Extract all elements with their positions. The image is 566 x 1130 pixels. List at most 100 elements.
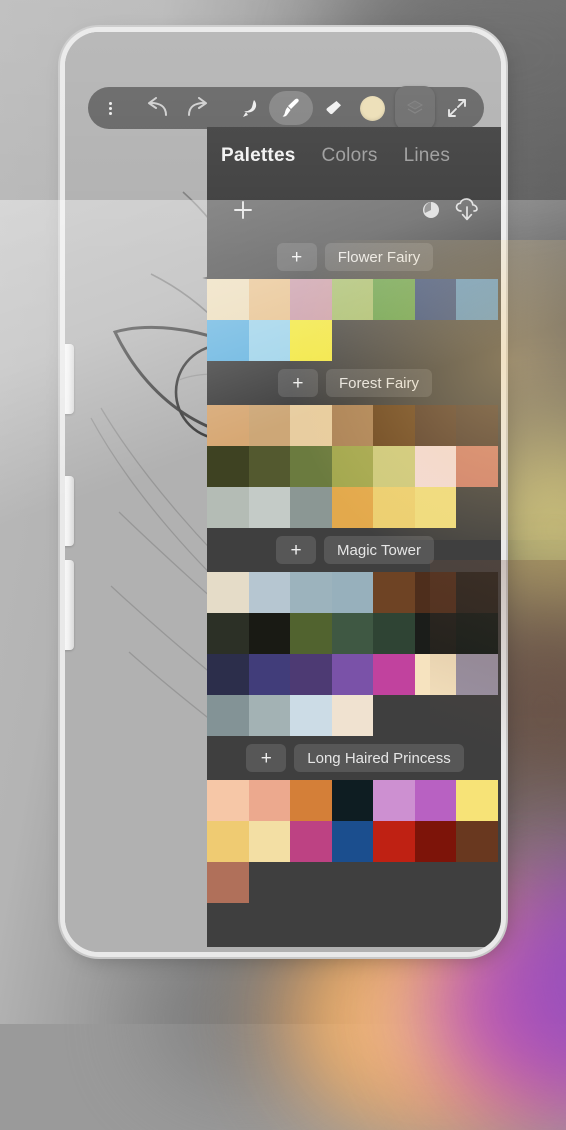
color-swatch[interactable]	[207, 821, 249, 862]
color-swatch[interactable]	[248, 654, 290, 695]
color-swatch[interactable]	[248, 821, 290, 862]
color-swatch[interactable]	[207, 446, 249, 487]
color-swatch[interactable]	[456, 821, 498, 862]
palette-add-button[interactable]: +	[276, 536, 317, 564]
color-swatch[interactable]	[207, 862, 249, 903]
tab-colors[interactable]: Colors	[321, 145, 377, 167]
color-swatch[interactable]	[207, 405, 249, 446]
top-toolbar	[88, 86, 484, 130]
color-swatch[interactable]	[373, 446, 415, 487]
palette-name-button[interactable]: Flower Fairy	[324, 243, 434, 271]
color-swatch[interactable]	[414, 446, 456, 487]
redo-button[interactable]	[178, 91, 217, 125]
color-swatch[interactable]	[331, 613, 373, 654]
color-swatch[interactable]	[456, 780, 498, 821]
color-swatch[interactable]	[207, 695, 249, 736]
color-swatch[interactable]	[331, 405, 373, 446]
color-swatch[interactable]	[290, 446, 332, 487]
color-swatch[interactable]	[373, 780, 415, 821]
color-swatch[interactable]	[290, 654, 332, 695]
color-swatch[interactable]	[207, 487, 249, 528]
layers-button[interactable]	[394, 86, 436, 130]
color-swatch[interactable]	[248, 320, 290, 361]
download-palettes-button[interactable]	[449, 192, 485, 228]
color-swatch[interactable]	[290, 487, 332, 528]
palette-name-button[interactable]: Magic Tower	[324, 536, 434, 564]
color-swatch[interactable]	[331, 446, 373, 487]
color-swatch[interactable]	[373, 487, 415, 528]
swatch-row	[207, 446, 501, 487]
color-swatch[interactable]	[290, 613, 332, 654]
undo-button[interactable]	[139, 91, 178, 125]
color-swatch[interactable]	[331, 654, 373, 695]
color-swatch[interactable]	[414, 654, 456, 695]
brush-tool-button[interactable]	[269, 91, 314, 125]
palette-name-button[interactable]: Forest Fairy	[325, 369, 432, 397]
color-swatch[interactable]	[331, 279, 373, 320]
color-swatch[interactable]	[207, 613, 249, 654]
color-swatch[interactable]	[290, 821, 332, 862]
color-swatch[interactable]	[207, 279, 249, 320]
color-swatch[interactable]	[414, 821, 456, 862]
eraser-tool-button[interactable]	[313, 91, 352, 125]
phone-side-button-2[interactable]	[65, 476, 74, 546]
color-swatch[interactable]	[414, 613, 456, 654]
phone-side-button-1[interactable]	[65, 344, 74, 414]
refresh-palettes-button[interactable]	[413, 192, 449, 228]
color-swatch[interactable]	[373, 613, 415, 654]
palette-add-button[interactable]: +	[246, 744, 287, 772]
color-swatch[interactable]	[373, 279, 415, 320]
phone-side-button-3[interactable]	[65, 560, 74, 650]
color-swatch[interactable]	[207, 654, 249, 695]
color-swatch[interactable]	[290, 405, 332, 446]
color-swatch[interactable]	[373, 821, 415, 862]
palette-name-button[interactable]: Long Haired Princess	[294, 744, 464, 772]
color-swatch[interactable]	[207, 780, 249, 821]
color-swatch[interactable]	[331, 780, 373, 821]
tab-lines[interactable]: Lines	[404, 145, 450, 167]
color-swatch[interactable]	[414, 487, 456, 528]
color-swatch[interactable]	[290, 279, 332, 320]
palette-add-button[interactable]: +	[276, 243, 317, 271]
menu-button[interactable]	[96, 91, 125, 125]
color-swatch[interactable]	[248, 780, 290, 821]
color-swatch[interactable]	[248, 279, 290, 320]
color-swatch[interactable]	[290, 780, 332, 821]
color-swatch[interactable]	[290, 572, 332, 613]
color-swatch[interactable]	[248, 572, 290, 613]
color-swatch[interactable]	[290, 695, 332, 736]
color-swatch[interactable]	[331, 695, 373, 736]
color-swatch[interactable]	[207, 320, 249, 361]
palette-add-button[interactable]: +	[277, 369, 318, 397]
color-swatch[interactable]	[373, 405, 415, 446]
color-swatch[interactable]	[373, 654, 415, 695]
color-swatch[interactable]	[331, 572, 373, 613]
color-swatch[interactable]	[456, 613, 498, 654]
color-picker-button[interactable]	[352, 91, 393, 125]
color-swatch[interactable]	[331, 821, 373, 862]
color-swatch[interactable]	[248, 487, 290, 528]
swatch-row	[207, 320, 501, 361]
color-swatch[interactable]	[456, 279, 498, 320]
color-swatch[interactable]	[248, 695, 290, 736]
color-swatch[interactable]	[414, 572, 456, 613]
color-swatch[interactable]	[331, 487, 373, 528]
add-palette-button[interactable]	[225, 192, 261, 228]
color-swatch[interactable]	[414, 405, 456, 446]
tab-palettes[interactable]: Palettes	[221, 145, 295, 167]
color-swatch[interactable]	[248, 405, 290, 446]
color-swatch[interactable]	[207, 572, 249, 613]
color-swatch[interactable]	[456, 446, 498, 487]
color-swatch[interactable]	[414, 279, 456, 320]
color-swatch[interactable]	[456, 654, 498, 695]
color-swatch[interactable]	[456, 405, 498, 446]
fullscreen-button[interactable]	[437, 91, 476, 125]
color-swatch[interactable]	[290, 320, 332, 361]
expand-arrows-icon	[447, 99, 466, 117]
color-swatch[interactable]	[456, 572, 498, 613]
color-swatch[interactable]	[248, 613, 290, 654]
smudge-tool-button[interactable]	[230, 91, 269, 125]
color-swatch[interactable]	[414, 780, 456, 821]
color-swatch[interactable]	[373, 572, 415, 613]
color-swatch[interactable]	[248, 446, 290, 487]
